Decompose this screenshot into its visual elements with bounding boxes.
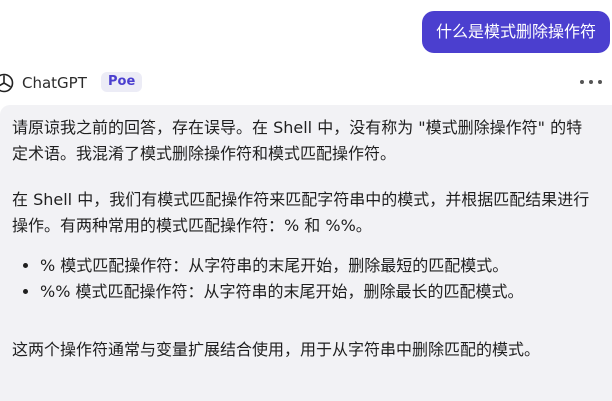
list-item: %% 模式匹配操作符：从字符串的末尾开始，删除最长的匹配模式。 [40, 279, 592, 305]
bot-message-text: 请原谅我之前的回答，存在误导。在 Shell 中，没有称为 "模式删除操作符" … [12, 115, 592, 363]
poe-badge: Poe [101, 72, 143, 92]
chat-page: 什么是模式删除操作符 ChatGPT Poe 请原谅我之前的回答，存在误导。在 … [0, 0, 612, 401]
bot-message-card: 请原谅我之前的回答，存在误导。在 Shell 中，没有称为 "模式删除操作符" … [0, 105, 612, 401]
reply-bullet-list: % 模式匹配操作符：从字符串的末尾开始，删除最短的匹配模式。 %% 模式匹配操作… [12, 253, 592, 305]
reply-paragraph: 这两个操作符通常与变量扩展结合使用，用于从字符串中删除匹配的模式。 [12, 340, 541, 359]
user-message-bubble: 什么是模式删除操作符 [421, 11, 610, 53]
more-horizontal-icon[interactable] [580, 74, 602, 90]
list-item: % 模式匹配操作符：从字符串的末尾开始，删除最短的匹配模式。 [40, 253, 592, 279]
bot-header: ChatGPT Poe [0, 70, 612, 96]
openai-logo-icon [0, 72, 15, 94]
bot-name[interactable]: ChatGPT [22, 73, 87, 93]
reply-paragraph: 在 Shell 中，我们有模式匹配操作符来匹配字符串中的模式，并根据匹配结果进行… [12, 190, 590, 235]
reply-paragraph: 请原谅我之前的回答，存在误导。在 Shell 中，没有称为 "模式删除操作符" … [12, 118, 583, 163]
